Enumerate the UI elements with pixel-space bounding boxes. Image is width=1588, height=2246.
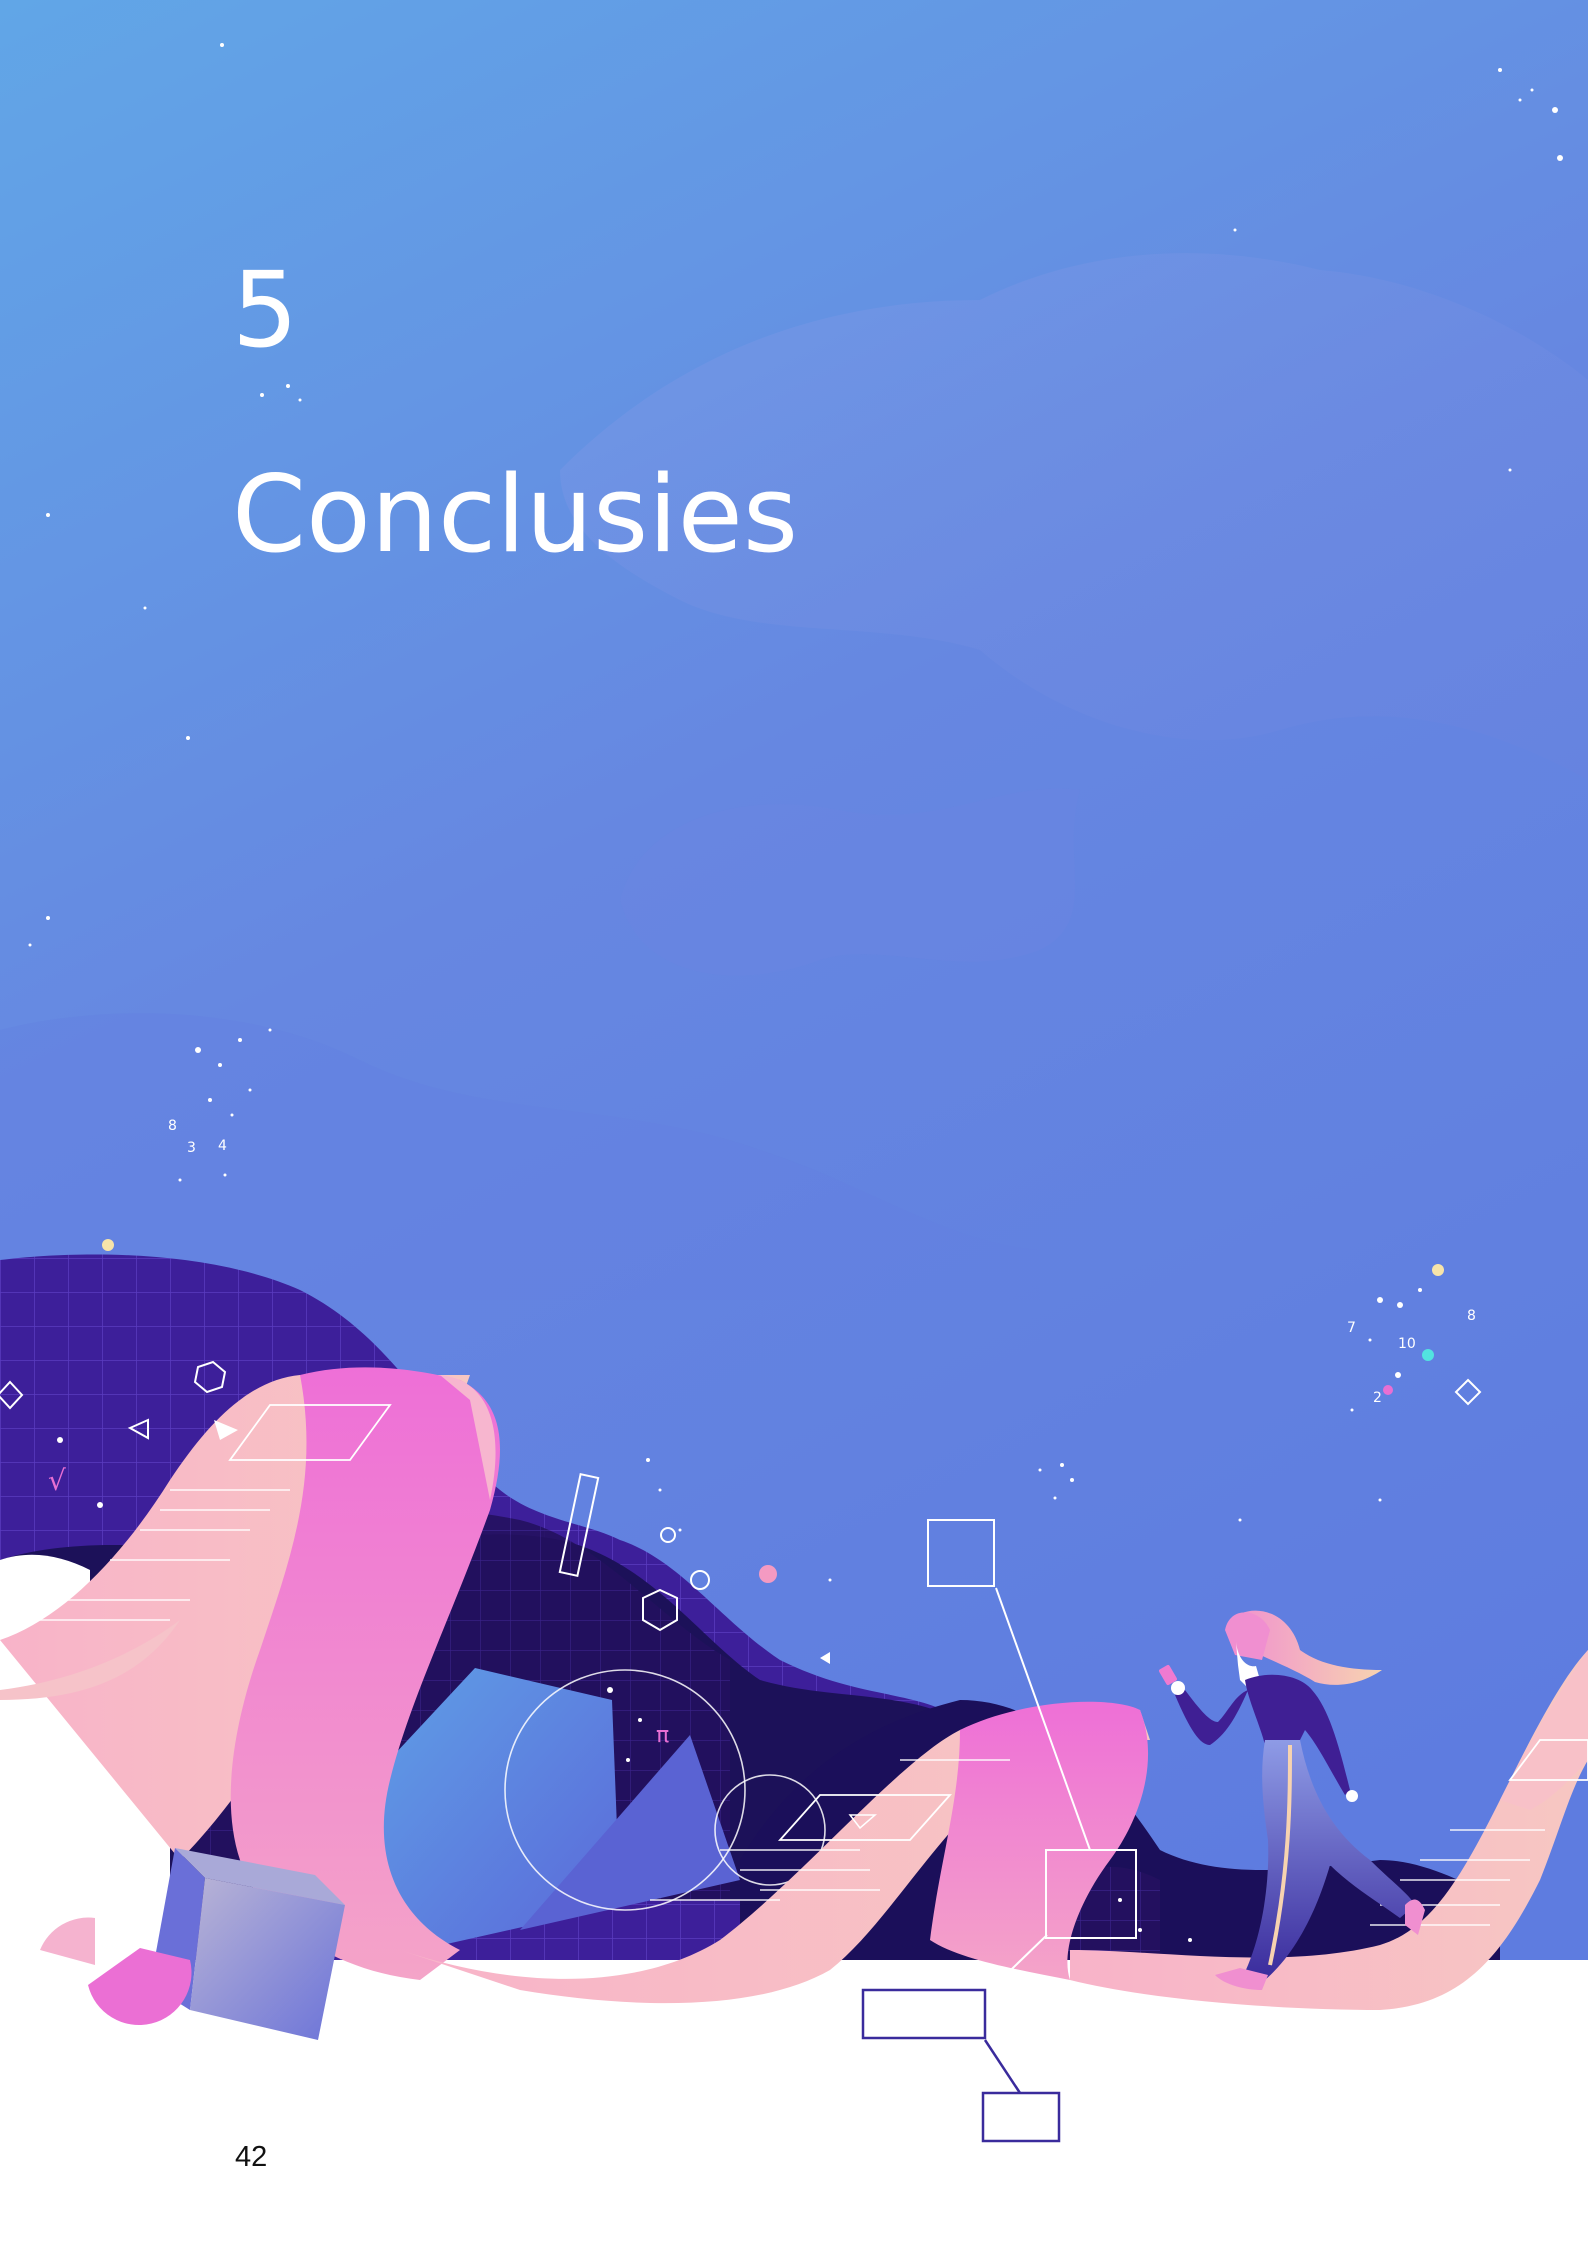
- chapter-number: 5: [232, 249, 300, 371]
- svg-text:8: 8: [1467, 1308, 1476, 1324]
- chapter-opening-page: 834 472 87102 4827: [0, 0, 1588, 2246]
- svg-text:8: 8: [168, 1118, 177, 1134]
- svg-text:3: 3: [187, 1140, 196, 1156]
- svg-text:10: 10: [1398, 1336, 1416, 1352]
- svg-text:√: √: [48, 1464, 66, 1497]
- svg-text:7: 7: [1347, 1320, 1356, 1336]
- page-number: 42: [235, 2141, 268, 2173]
- chapter-title: Conclusies: [232, 453, 799, 576]
- svg-text:4: 4: [218, 1138, 227, 1154]
- svg-text:π: π: [656, 1723, 669, 1748]
- svg-text:2: 2: [1373, 1390, 1382, 1406]
